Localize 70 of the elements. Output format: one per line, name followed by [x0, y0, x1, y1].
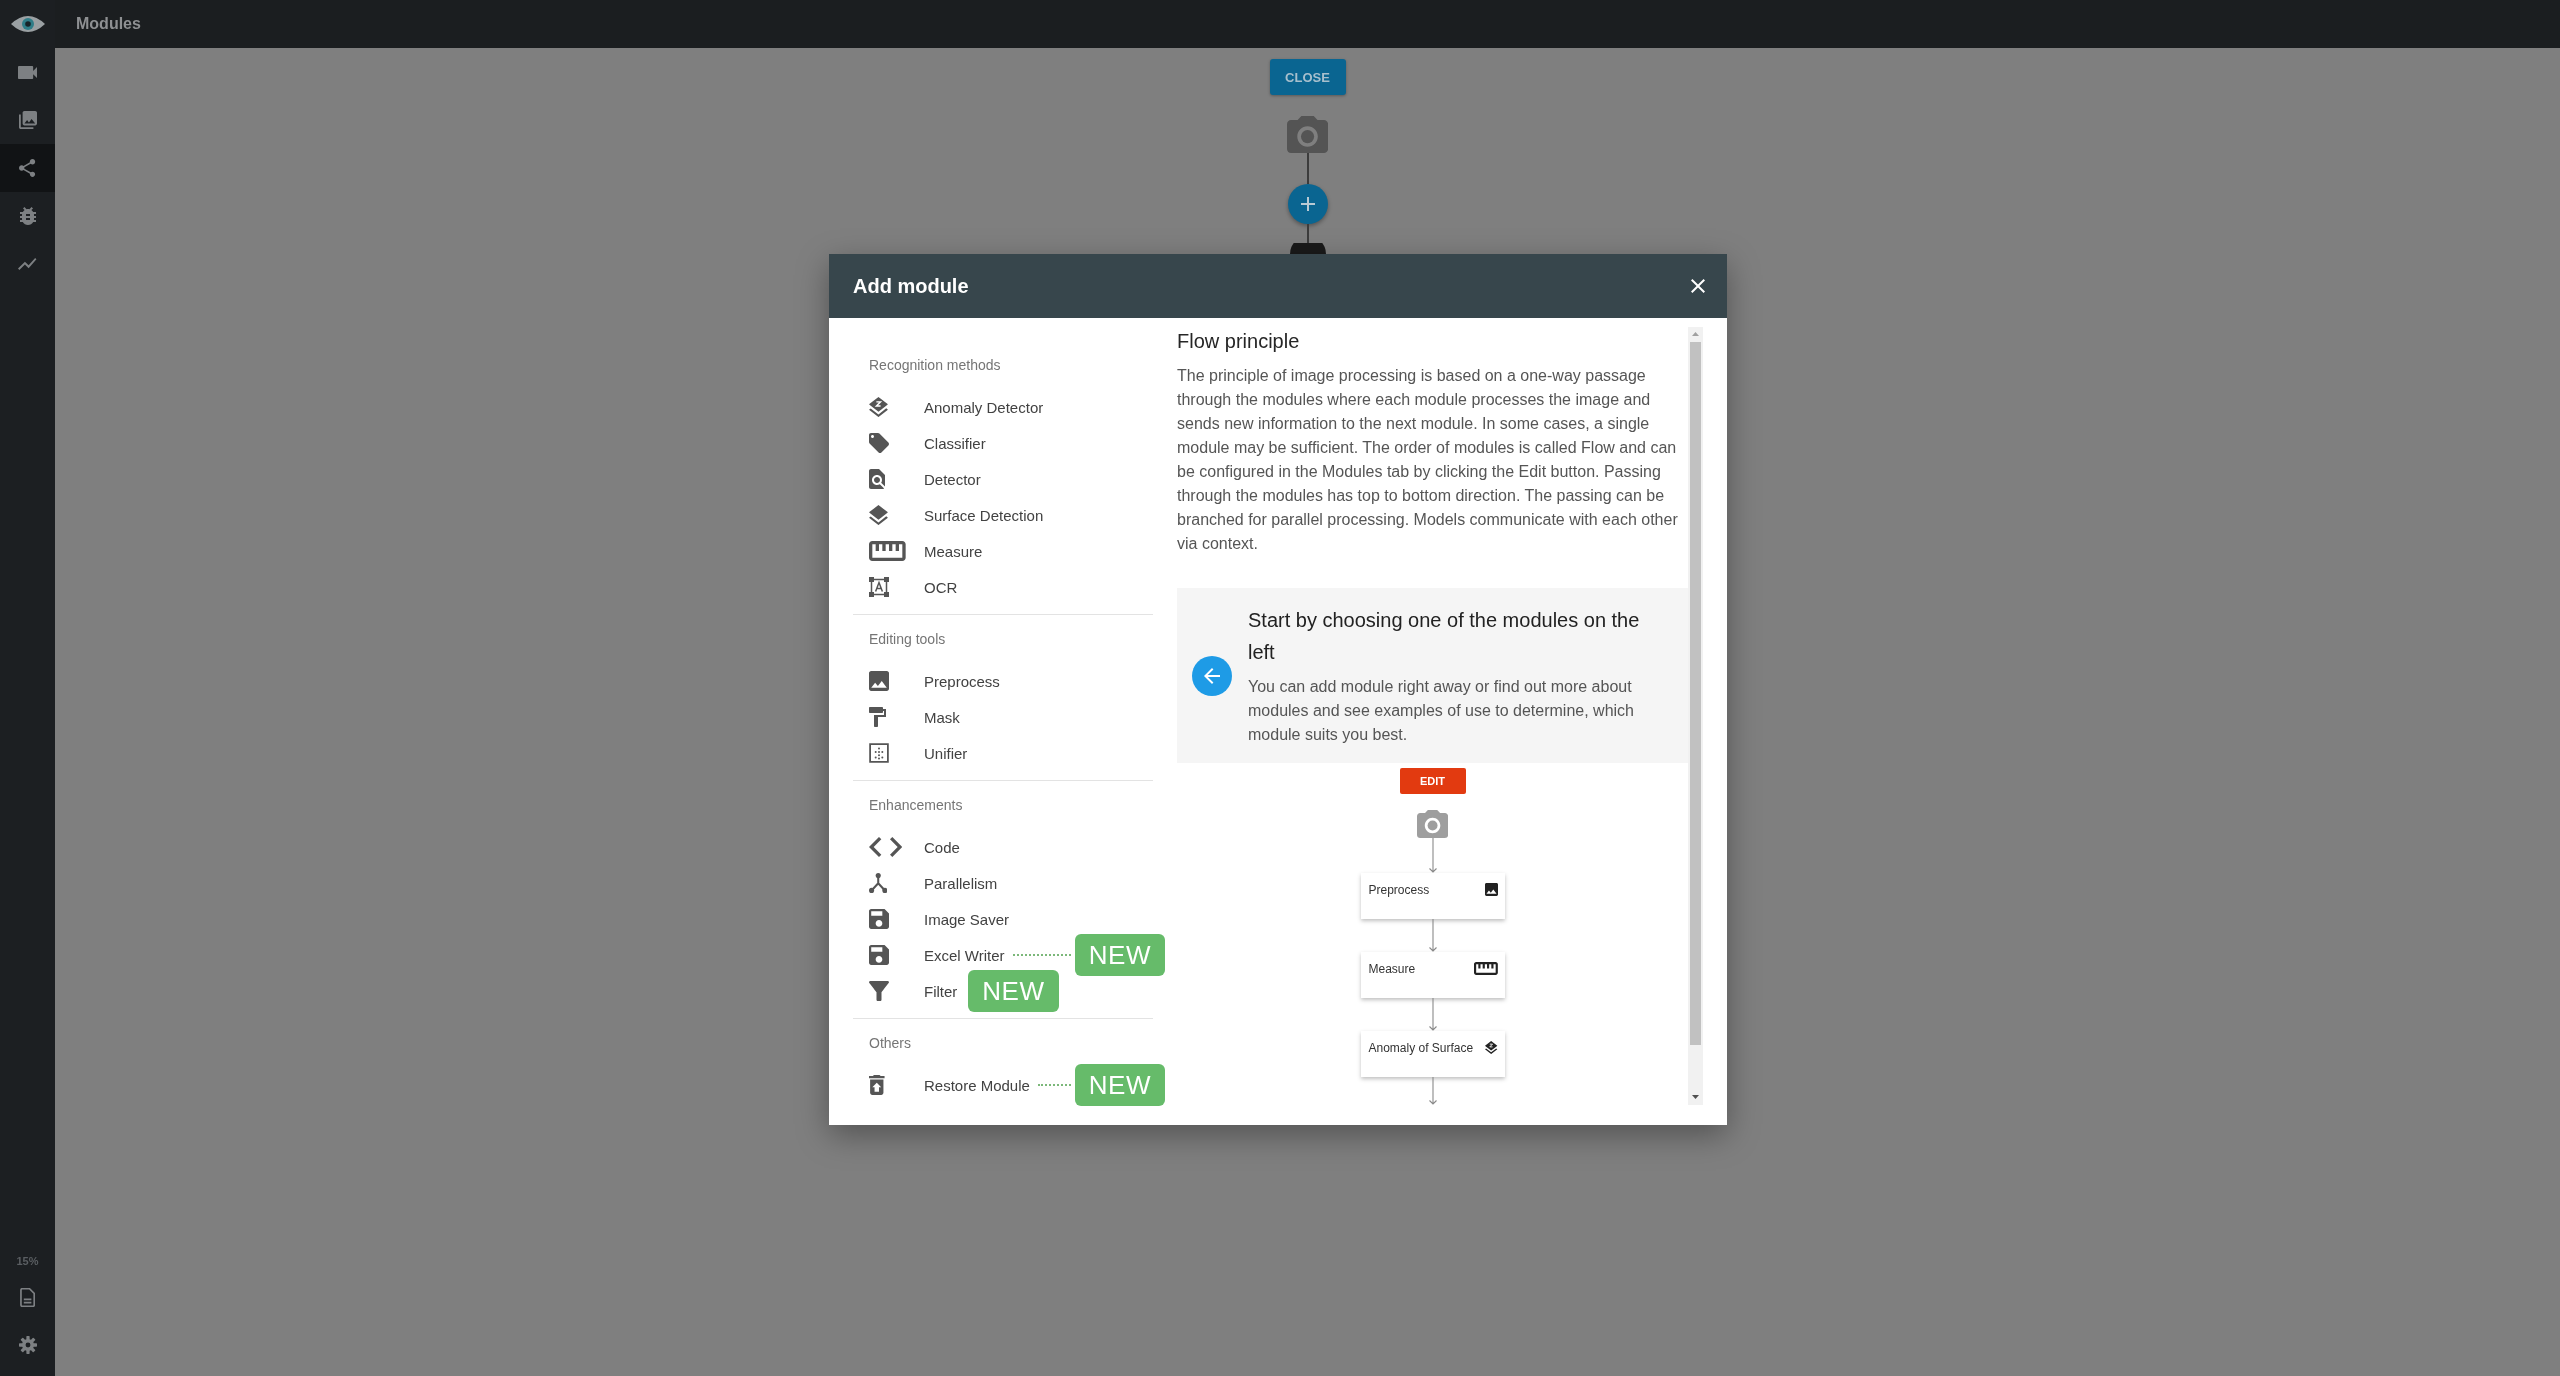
module-item[interactable]: Classifier: [853, 425, 986, 461]
layers-icon: [869, 505, 888, 525]
usage-percent: 15%: [16, 1254, 39, 1269]
section-title: Editing tools: [868, 630, 947, 649]
fork-icon: [869, 873, 888, 893]
scroll-down-icon[interactable]: [1692, 1095, 1699, 1099]
ruler-icon: [869, 541, 906, 561]
camera-icon: [1416, 810, 1449, 838]
code-icon: [869, 837, 903, 857]
edit-button[interactable]: EDIT: [1399, 768, 1466, 794]
layers-icon: [869, 397, 888, 417]
trash-restore-icon: [869, 1075, 885, 1095]
layers-icon: [1485, 1041, 1498, 1054]
module-item[interactable]: Measure: [853, 533, 983, 569]
plus-icon: [1300, 197, 1315, 211]
node-label: Preprocess: [1368, 882, 1430, 898]
connector-arrow: [1427, 1077, 1438, 1105]
module-item[interactable]: Restore Module: [853, 1067, 1030, 1103]
callout-text: You can add module right away or find out more about modules and see examples of use to determine, which module suits you best.: [1248, 677, 1635, 745]
module-item[interactable]: Mask: [853, 699, 960, 735]
module-item[interactable]: Preprocess: [853, 663, 1000, 699]
dotted-grid-icon: [869, 743, 889, 763]
close-icon[interactable]: [1691, 279, 1705, 293]
module-item[interactable]: Image Saver: [853, 901, 1010, 937]
section-title: Others: [868, 1034, 912, 1053]
video-camera-icon: [17, 65, 38, 79]
text-scan-icon: [869, 577, 889, 597]
module-item[interactable]: Surface Detection: [853, 497, 1044, 533]
share-icon: [19, 159, 36, 177]
filter-icon: [869, 981, 889, 1001]
scrollbar-thumb[interactable]: [1690, 342, 1701, 1045]
module-item[interactable]: Parallelism: [853, 865, 998, 901]
callout-title: Start by choosing one of the modules on the left: [1248, 608, 1641, 665]
image-icon: [869, 671, 889, 691]
module-item[interactable]: Anomaly Detector: [853, 389, 1044, 425]
document-search-icon: [869, 469, 885, 489]
settings-icon[interactable]: [18, 1336, 37, 1354]
tag-icon: [869, 433, 889, 453]
nav-button[interactable]: [0, 144, 55, 192]
ruler-icon: [1473, 962, 1498, 975]
description-text: The principle of image processing is based on a one-way passage through the modules where each module processes the image and sends new information to the next module. In some cases, a single module may be sufficient. The order of modules is called Flow and can be configured in the Modules tab by clicking the Edit button. Passing through the modules has top to bottom direction. The passing can be branched for parallel processing. Models communicate with each other via context.: [1177, 366, 1679, 554]
node-label: Measure: [1368, 961, 1416, 977]
paint-roller-icon: [869, 707, 886, 727]
module-item[interactable]: Code: [853, 829, 960, 865]
page-title: Modules: [76, 15, 141, 33]
line-chart-icon: [18, 258, 37, 270]
section-title: Recognition methods: [868, 356, 1002, 375]
connector-arrow: [1427, 919, 1438, 952]
connector-arrow: [1427, 838, 1438, 873]
image-gallery-icon: [18, 111, 37, 129]
node-label: Anomaly of Surface: [1368, 1040, 1474, 1056]
dialog-title: Add module: [853, 274, 969, 298]
bug-icon: [19, 207, 36, 225]
module-item[interactable]: Excel Writer: [853, 937, 1005, 973]
image-icon: [1484, 883, 1498, 896]
eye-logo: [9, 14, 46, 34]
module-item[interactable]: OCR: [853, 569, 958, 605]
module-item[interactable]: Detector: [853, 461, 981, 497]
camera-icon: [1286, 116, 1329, 153]
new-badge: NEW: [1074, 934, 1165, 976]
module-item[interactable]: Filter: [853, 973, 958, 1009]
module-item[interactable]: Unifier: [853, 735, 968, 771]
add-button[interactable]: [1287, 184, 1328, 224]
scroll-up-icon[interactable]: [1692, 332, 1699, 336]
new-badge: NEW: [968, 970, 1059, 1012]
section-heading: Flow principle: [1177, 329, 1301, 354]
connector-arrow: [1427, 998, 1438, 1031]
new-badge: NEW: [1074, 1064, 1165, 1106]
document-icon[interactable]: [19, 1287, 36, 1307]
section-title: Enhancements: [868, 796, 964, 815]
